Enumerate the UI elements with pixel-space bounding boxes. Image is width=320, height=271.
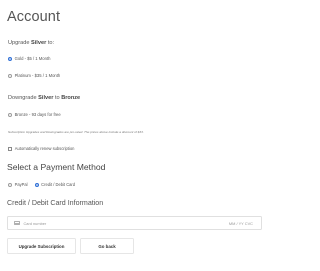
payment-option-label: Credit / Debit Card (41, 182, 76, 187)
page-title: Account (7, 9, 61, 25)
downgrade-option-label: Bronze - 93 days for free (14, 112, 61, 117)
payment-method-options: PayPal Credit / Debit Card (8, 182, 82, 187)
radio-unselected-icon[interactable] (8, 73, 12, 78)
payment-option-label: PayPal (14, 182, 28, 187)
downgrade-heading-to: Bronze (61, 95, 81, 101)
account-page: Account Upgrade Silver to: Gold - $5 / 1… (0, 0, 271, 271)
radio-unselected-icon[interactable] (8, 182, 12, 187)
upgrade-option-gold[interactable]: Gold - $5 / 1 Month (8, 56, 50, 61)
payment-option-card[interactable]: Credit / Debit Card (34, 182, 76, 187)
upgrade-option-label: Platinum - $35 / 1 Month (14, 73, 61, 78)
radio-selected-icon[interactable] (34, 182, 39, 187)
auto-renew-option[interactable]: Automatically renew subscription (8, 146, 74, 151)
pricing-note: Subscription Upgrades and Downgrades are… (8, 130, 144, 134)
credit-card-icon (14, 221, 20, 225)
upgrade-option-platinum[interactable]: Platinum - $35 / 1 Month (8, 73, 60, 78)
downgrade-heading-from: Silver (38, 95, 54, 101)
auto-renew-label: Automatically renew subscription (14, 146, 75, 151)
upgrade-option-label: Gold - $5 / 1 Month (14, 56, 51, 61)
radio-selected-icon[interactable] (8, 56, 12, 61)
upgrade-heading: Upgrade Silver to: (8, 40, 54, 46)
downgrade-heading-prefix: Downgrade (8, 95, 39, 101)
go-back-button[interactable]: Go back (80, 238, 134, 254)
expiry-cvc-placeholder: MM / YY CVC (228, 220, 253, 226)
card-number-input[interactable]: Card number MM / YY CVC (7, 216, 262, 230)
downgrade-heading: Downgrade Silver to Bronze (8, 95, 80, 101)
upgrade-heading-plan: Silver (31, 40, 47, 46)
downgrade-option-bronze[interactable]: Bronze - 93 days for free (8, 112, 61, 117)
upgrade-subscription-button[interactable]: Upgrade Subscription (7, 238, 76, 254)
upgrade-heading-suffix: to: (46, 40, 55, 46)
card-info-title: Credit / Debit Card Information (7, 199, 104, 207)
upgrade-heading-prefix: Upgrade (8, 40, 32, 46)
card-number-placeholder: Card number (23, 220, 47, 226)
radio-unselected-icon[interactable] (8, 112, 12, 117)
checkbox-icon[interactable] (8, 146, 12, 151)
payment-option-paypal[interactable]: PayPal (8, 182, 28, 187)
payment-method-title: Select a Payment Method (7, 162, 106, 172)
